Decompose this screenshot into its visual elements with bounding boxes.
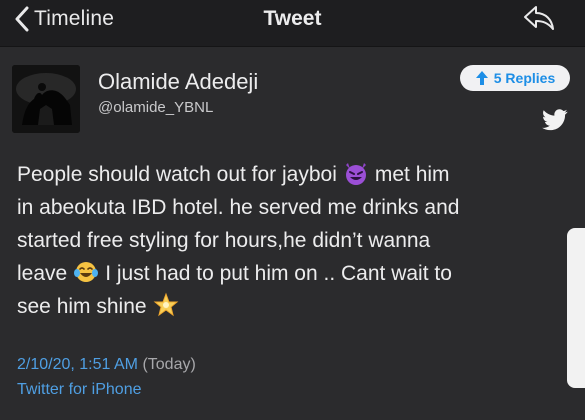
tweet-source-link[interactable]: Twitter for iPhone: [17, 381, 142, 399]
tweet-text-segment: leave: [17, 262, 68, 285]
avatar-silhouette-image: [12, 65, 80, 133]
replies-button[interactable]: 5 Replies: [460, 65, 570, 91]
tweet-line: People should watch out for jayboi met h…: [17, 158, 577, 191]
arrow-up-icon: [475, 71, 488, 85]
navigation-bar: Timeline Tweet: [0, 0, 585, 47]
tweet-line: see him shine: [17, 290, 577, 323]
share-button[interactable]: [521, 3, 557, 38]
tweet-header: Olamide Adedeji @olamide_YBNL 5 Replies: [0, 47, 585, 142]
tweet-text-segment: I just had to put him on .. Cant wait to: [105, 262, 452, 285]
tweet-line: started free styling for hours,he didn’t…: [17, 229, 431, 252]
timestamp-date: 2/10/20, 1:51 AM: [17, 356, 138, 373]
avatar[interactable]: [12, 65, 80, 133]
tweet-body: People should watch out for jayboi met h…: [17, 158, 577, 323]
timestamp-relative: (Today): [142, 356, 196, 373]
tweet-timestamp: 2/10/20, 1:51 AM (Today): [17, 356, 196, 374]
page-title: Tweet: [263, 7, 322, 30]
replies-label: 5 Replies: [493, 70, 556, 86]
tweet-line: in abeokuta IBD hotel. he served me drin…: [17, 196, 460, 219]
share-arrow-icon: [524, 6, 554, 30]
scrollbar-handle[interactable]: [567, 228, 585, 388]
twitter-bird-icon: [542, 109, 568, 131]
tweet-text-segment: met him: [374, 163, 450, 186]
display-name[interactable]: Olamide Adedeji: [98, 69, 258, 95]
tweet-line: leave I just had to put him on .. Cant w…: [17, 257, 577, 290]
tweet-text-segment: People should watch out for jayboi: [17, 163, 337, 186]
user-handle[interactable]: @olamide_YBNL: [98, 99, 213, 116]
glowing-star-emoji: [153, 292, 179, 328]
tweet-text-segment: see him shine: [17, 295, 147, 318]
